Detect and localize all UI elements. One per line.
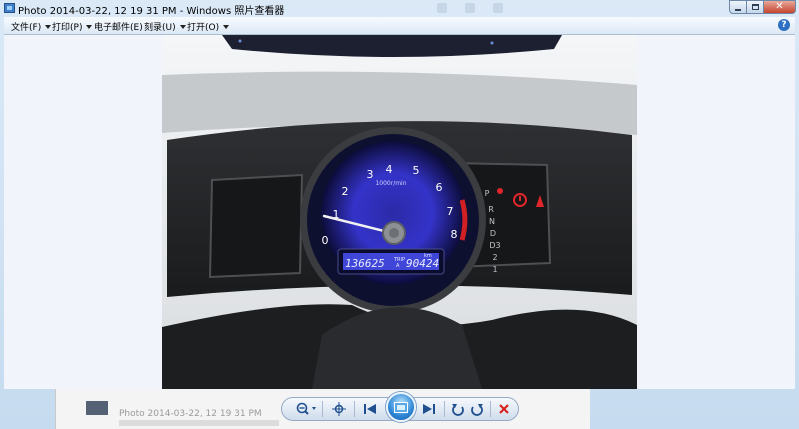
rotate-right-button[interactable] (468, 400, 486, 418)
trip-unit: km (424, 253, 432, 259)
background-app-icon (493, 3, 503, 13)
minimize-button[interactable] (729, 0, 747, 14)
gauge-number: 8 (451, 228, 458, 241)
chevron-down-icon (223, 25, 230, 29)
delete-icon (499, 404, 509, 414)
menu-email[interactable]: 电子邮件(E) (94, 20, 143, 33)
toolbar-separator (444, 401, 445, 417)
gauge-number: 7 (447, 205, 454, 218)
zoom-button[interactable] (294, 400, 320, 418)
menu-burn[interactable]: 刻录(U) (144, 20, 186, 33)
image-viewer-area: 0 1 2 4 3 5 6 7 8 1000r/min 136625 TRIP … (4, 35, 795, 389)
title-bar[interactable]: Photo 2014-03-22, 12 19 31 PM - Windows … (0, 0, 799, 17)
gauge-number: 4 (386, 163, 393, 176)
gear-label: N (489, 217, 495, 226)
rotate-left-icon (452, 404, 464, 416)
close-icon: ✕ (775, 1, 784, 12)
next-button[interactable] (419, 400, 439, 418)
toolbar-separator (322, 401, 323, 417)
thumbnail-image (86, 401, 108, 415)
chevron-down-icon (179, 25, 186, 29)
delete-button[interactable] (495, 400, 513, 418)
window-title: Photo 2014-03-22, 12 19 31 PM - Windows … (18, 6, 285, 17)
background-window-title: Photo 2014-03-22, 12 19 31 PM (119, 409, 262, 419)
gauge-unit: 1000r/min (375, 180, 406, 187)
menu-file[interactable]: 文件(F) (11, 20, 52, 33)
gauge-number: 3 (367, 168, 374, 181)
slideshow-icon (394, 401, 408, 413)
maximize-icon (751, 4, 759, 10)
actual-size-button[interactable] (330, 400, 348, 418)
gear-label: 2 (492, 253, 497, 262)
trip-value: 90424 (406, 257, 439, 270)
trip-sub: A (396, 263, 400, 269)
gear-label: P (485, 189, 490, 198)
minimize-icon (735, 8, 741, 11)
photo-viewer-icon (4, 3, 15, 13)
gear-label: R (488, 205, 494, 214)
menu-burn-label: 刻录(U) (144, 23, 176, 33)
maximize-button[interactable] (747, 0, 764, 14)
background-app-icon (465, 3, 475, 13)
gauge-number: 2 (342, 185, 349, 198)
gauge-number: 0 (322, 234, 329, 247)
rotate-left-button[interactable] (449, 400, 467, 418)
menu-bar: 文件(F) 打印(P) 电子邮件(E) 刻录(U) 打开(O) ? (4, 17, 795, 35)
toolbar-separator (490, 401, 491, 417)
gauge-number: 5 (413, 164, 420, 177)
photo-viewer-window: Photo 2014-03-22, 12 19 31 PM - Windows … (0, 0, 799, 429)
window-controls: ✕ (729, 0, 796, 14)
toolbar-separator (354, 401, 355, 417)
previous-button[interactable] (360, 400, 380, 418)
menu-print[interactable]: 打印(P) (52, 20, 93, 33)
menu-open[interactable]: 打开(O) (187, 20, 230, 33)
close-button[interactable]: ✕ (764, 0, 796, 14)
odometer: 136625 (345, 257, 385, 270)
menu-print-label: 打印(P) (52, 23, 83, 33)
gauge-number: 6 (436, 181, 443, 194)
viewer-toolbar (281, 392, 519, 422)
gear-label: D (490, 229, 496, 238)
previous-icon (364, 404, 376, 414)
displayed-photo: 0 1 2 4 3 5 6 7 8 1000r/min 136625 TRIP … (162, 35, 637, 389)
menu-open-label: 打开(O) (187, 23, 220, 33)
gear-label: 1 (492, 265, 497, 274)
fit-icon (332, 402, 346, 416)
zoom-icon (296, 402, 316, 415)
gear-label: D3 (489, 241, 500, 250)
chevron-down-icon (45, 25, 52, 29)
indicator-light-icon (497, 188, 503, 194)
menu-file-label: 文件(F) (11, 23, 42, 33)
background-app-icon (437, 3, 447, 13)
next-icon (423, 404, 435, 414)
slideshow-button[interactable] (386, 392, 416, 422)
chevron-down-icon (86, 25, 93, 29)
help-icon[interactable]: ? (778, 19, 790, 31)
menu-email-label: 电子邮件(E) (94, 23, 143, 33)
background-window-placeholder (119, 420, 279, 426)
rotate-right-icon (471, 404, 483, 416)
